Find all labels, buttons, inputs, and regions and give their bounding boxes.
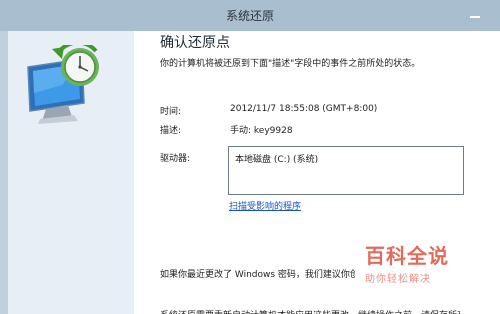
time-value: 2012/11/7 18:55:08 (GMT+8:00) [230,104,378,114]
system-restore-window: 系统还原 确认还原点 你的计算机将被还原到下面"描述"字段中的事件之前所处的状态… [0,0,500,314]
minimize-button[interactable] [455,2,495,26]
drives-list[interactable]: 本地磁盘 (C:) (系统) [228,146,464,195]
drives-label: 驱动器: [160,154,191,164]
description-value: 手动: key9928 [230,126,293,136]
minimize-icon [470,16,480,18]
window-title: 系统还原 [225,9,274,23]
title-bar: 系统还原 [0,0,500,31]
page-description: 你的计算机将被还原到下面"描述"字段中的事件之前所处的状态。 [160,59,421,69]
system-restore-icon [27,45,99,124]
restart-note: 系统还原需要重新启动计算机才能应用这些更改。继续操作之前，请保存所有 [160,308,460,314]
password-note: 如果你最近更改了 Windows 密码，我们建议你创 [160,270,355,280]
description-label: 描述: [160,126,182,136]
time-label: 时间: [160,107,182,117]
watermark-title: 百科全说 [365,244,449,268]
scan-affected-programs-link[interactable]: 扫描受影响的程序 [229,199,301,212]
watermark-subtitle: 助你轻松解决 [365,274,431,285]
page-title: 确认还原点 [160,35,230,51]
drive-item: 本地磁盘 (C:) (系统) [235,155,319,165]
watermark-logo: 百科全说 助你轻松解决 [365,240,465,285]
